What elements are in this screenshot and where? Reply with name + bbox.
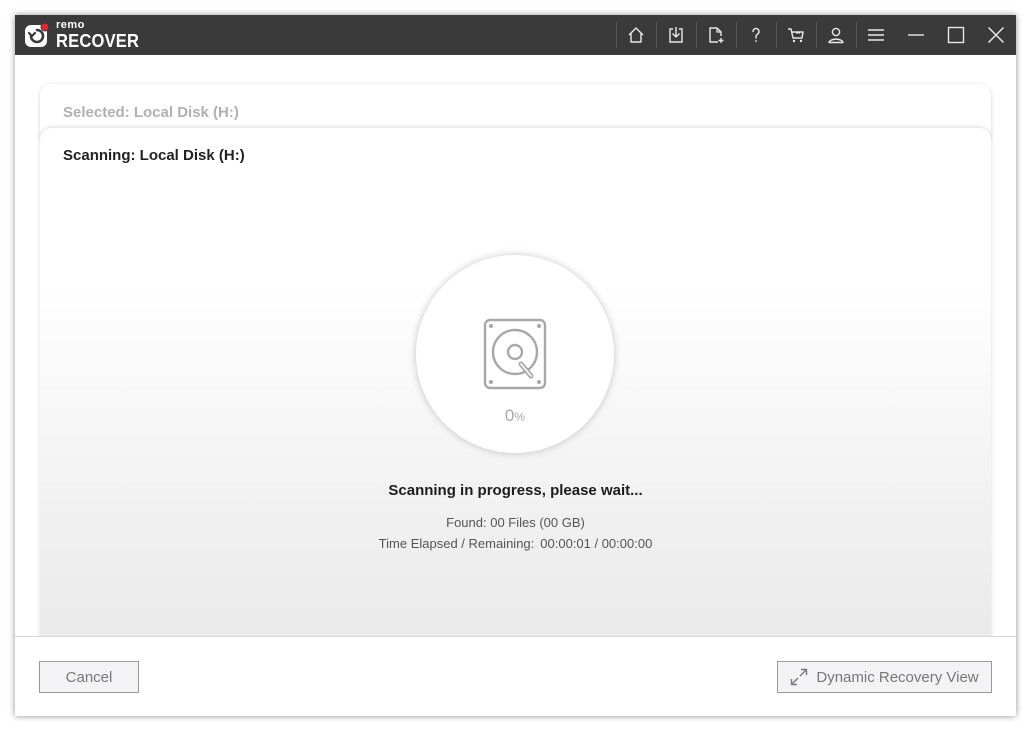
user-button[interactable] <box>816 15 856 55</box>
selected-drive-title: Selected: Local Disk (H:) <box>63 104 239 121</box>
maximize-icon <box>947 26 965 44</box>
close-icon <box>987 26 1005 44</box>
scan-status-text: Scanning in progress, please wait... <box>388 482 643 499</box>
titlebar-buttons <box>616 15 1016 55</box>
footer-bar: Cancel Dynamic Recovery View <box>15 636 1016 716</box>
remo-logo-icon <box>24 22 50 48</box>
progress-percent: 0% <box>416 406 614 426</box>
minimize-button[interactable] <box>896 15 936 55</box>
help-icon <box>752 27 760 42</box>
main-content: Selected: Local Disk (H:) Scanning: Loca… <box>15 55 1016 648</box>
time-info: Time Elapsed / Remaining: 00:00:01 / 00:0… <box>40 536 991 551</box>
download-icon <box>669 27 683 43</box>
time-label: Time Elapsed / Remaining: <box>378 536 535 551</box>
progress-value: 0 <box>504 406 515 425</box>
expand-icon <box>790 668 808 686</box>
hard-disk-icon <box>483 318 547 390</box>
progress-unit: % <box>514 410 526 424</box>
app-window: remo RECOVER Selected: Local Disk (H:) S… <box>15 15 1016 716</box>
add-file-button[interactable] <box>696 15 736 55</box>
user-icon <box>828 27 844 44</box>
brand-small-text: remo <box>56 19 85 31</box>
found-files-text: Found: 00 Files (00 GB) <box>446 515 585 530</box>
title-bar: remo RECOVER <box>15 15 1016 55</box>
cancel-button[interactable]: Cancel <box>39 661 139 693</box>
menu-icon <box>868 29 884 41</box>
dynamic-recovery-view-button[interactable]: Dynamic Recovery View <box>777 661 992 693</box>
cart-button[interactable] <box>776 15 816 55</box>
dynamic-recovery-view-label: Dynamic Recovery View <box>816 668 979 686</box>
brand-logo: remo RECOVER <box>24 19 146 51</box>
home-button[interactable] <box>616 15 656 55</box>
cart-icon <box>788 28 804 43</box>
scanning-title: Scanning: Local Disk (H:) <box>63 147 245 164</box>
help-button[interactable] <box>736 15 776 55</box>
minimize-icon <box>908 34 924 36</box>
download-button[interactable] <box>656 15 696 55</box>
maximize-button[interactable] <box>936 15 976 55</box>
close-button[interactable] <box>976 15 1016 55</box>
menu-button[interactable] <box>856 15 896 55</box>
time-value: 00:00:01 / 00:00:00 <box>540 536 653 551</box>
progress-circle: 0% <box>416 255 614 453</box>
add-file-icon <box>709 27 724 43</box>
brand-big-text: RECOVER <box>56 31 140 51</box>
scan-progress-card: Scanning: Local Disk (H:) 0% Scanning in… <box>40 128 991 648</box>
home-icon <box>628 27 644 43</box>
